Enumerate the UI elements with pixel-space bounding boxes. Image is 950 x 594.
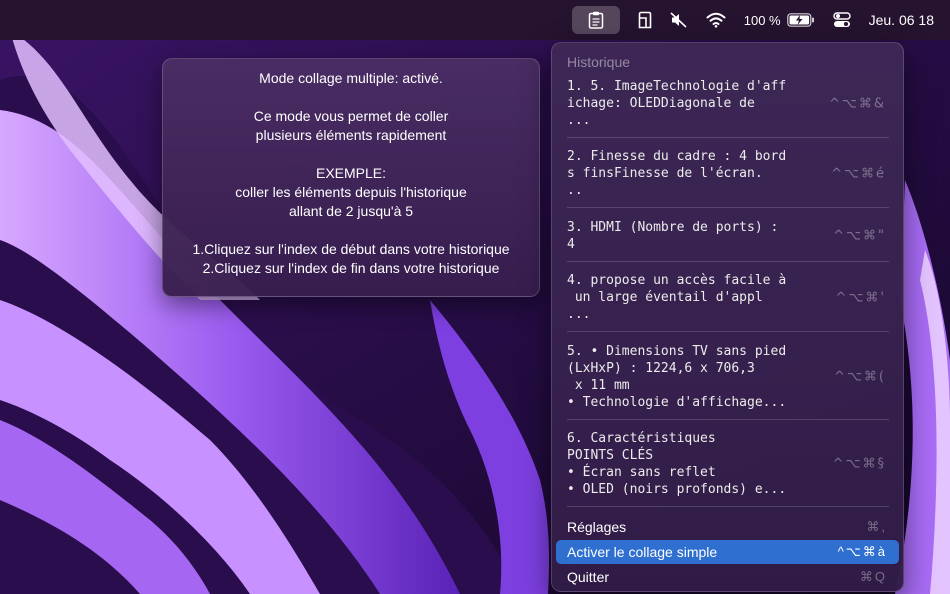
menu-bar: 100 % Jeu. 06 18 <box>0 0 950 40</box>
menu-item-label: Réglages <box>567 519 627 535</box>
wifi-icon <box>706 12 726 28</box>
menu-item-label: Activer le collage simple <box>567 544 718 560</box>
history-item-4[interactable]: 4. propose un accès facile à un large év… <box>567 272 889 323</box>
menu-section-header: Historique <box>567 54 631 70</box>
phone-status-item[interactable] <box>638 6 652 34</box>
control-center-icon <box>832 12 851 27</box>
tooltip-line: allant de 2 jusqu'à 5 <box>288 203 414 219</box>
history-item-shortcut: ^⌥⌘§ <box>832 456 886 472</box>
menu-item-label: Quitter <box>567 569 610 585</box>
clipboard-history-menu: Historique 1. 5. ImageTechnologie d'aff … <box>551 42 904 592</box>
tooltip-line: Ce mode vous permet de coller <box>253 108 449 124</box>
history-item-text: 1. 5. ImageTechnologie d'aff ichage: OLE… <box>567 79 787 128</box>
history-item-shortcut: ^⌥⌘é <box>831 166 886 181</box>
menu-separator <box>567 419 889 420</box>
menu-separator <box>567 207 889 208</box>
quit-menu-item[interactable]: Quitter ⌘Q <box>556 565 899 589</box>
clipboard-icon <box>588 11 603 29</box>
tooltip-line: 2.Cliquez sur l'index de fin dans votre … <box>202 260 500 276</box>
menu-separator <box>567 261 889 262</box>
history-item-6[interactable]: 6. Caractéristiques POINTS CLÉS • Écran … <box>567 430 889 498</box>
tooltip-line: EXEMPLE: <box>315 165 387 181</box>
tooltip-line: 1.Cliquez sur l'index de début dans votr… <box>192 241 510 257</box>
history-item-text: 3. HDMI (Nombre de ports) : 4 <box>567 220 779 252</box>
battery-icon <box>786 13 814 27</box>
history-item-3[interactable]: 3. HDMI (Nombre de ports) : 4 ^⌥⌘" <box>567 219 889 253</box>
history-item-2[interactable]: 2. Finesse du cadre : 4 bord s finsFines… <box>567 148 889 199</box>
menu-separator <box>567 506 889 507</box>
volume-status-item[interactable] <box>670 6 688 34</box>
settings-menu-item[interactable]: Réglages ⌘, <box>556 515 899 539</box>
history-item-text: 6. Caractéristiques POINTS CLÉS • Écran … <box>567 431 787 497</box>
history-item-shortcut: ^⌥⌘" <box>833 228 886 244</box>
multi-paste-tooltip: Mode collage multiple: activé. Ce mode v… <box>162 58 540 297</box>
history-item-text: 4. propose un accès facile à un large év… <box>567 273 787 322</box>
battery-status-item[interactable]: 100 % <box>744 6 815 34</box>
history-item-shortcut: ^⌥⌘( <box>834 369 886 385</box>
menu-item-shortcut: ⌘Q <box>859 569 887 584</box>
history-item-shortcut: ^⌥⌘& <box>828 96 886 111</box>
enable-simple-paste-menu-item[interactable]: Activer le collage simple ^⌥⌘à <box>556 540 899 564</box>
menu-item-shortcut: ^⌥⌘à <box>837 544 887 559</box>
menubar-clock[interactable]: Jeu. 06 18 <box>869 6 934 34</box>
menu-item-shortcut: ⌘, <box>866 519 887 534</box>
tooltip-line: plusieurs éléments rapidement <box>255 127 447 143</box>
history-item-5[interactable]: 5. • Dimensions TV sans pied (LxHxP) : 1… <box>567 343 889 411</box>
tooltip-line: Mode collage multiple: activé. <box>259 70 443 86</box>
control-center-status-item[interactable] <box>832 6 851 34</box>
menu-separator <box>567 137 889 138</box>
history-item-text: 2. Finesse du cadre : 4 bord s finsFines… <box>567 149 787 198</box>
history-item-1[interactable]: 1. 5. ImageTechnologie d'aff ichage: OLE… <box>567 78 889 129</box>
clipboard-status-item[interactable] <box>571 6 620 34</box>
battery-percent: 100 % <box>743 12 781 28</box>
history-item-shortcut: ^⌥⌘' <box>835 290 886 305</box>
tooltip-line: coller les éléments depuis l'historique <box>235 184 467 200</box>
mute-icon <box>670 12 687 28</box>
wifi-status-item[interactable] <box>706 6 726 34</box>
menu-separator <box>567 331 889 332</box>
history-item-text: 5. • Dimensions TV sans pied (LxHxP) : 1… <box>567 344 787 410</box>
phone-icon <box>638 11 652 29</box>
